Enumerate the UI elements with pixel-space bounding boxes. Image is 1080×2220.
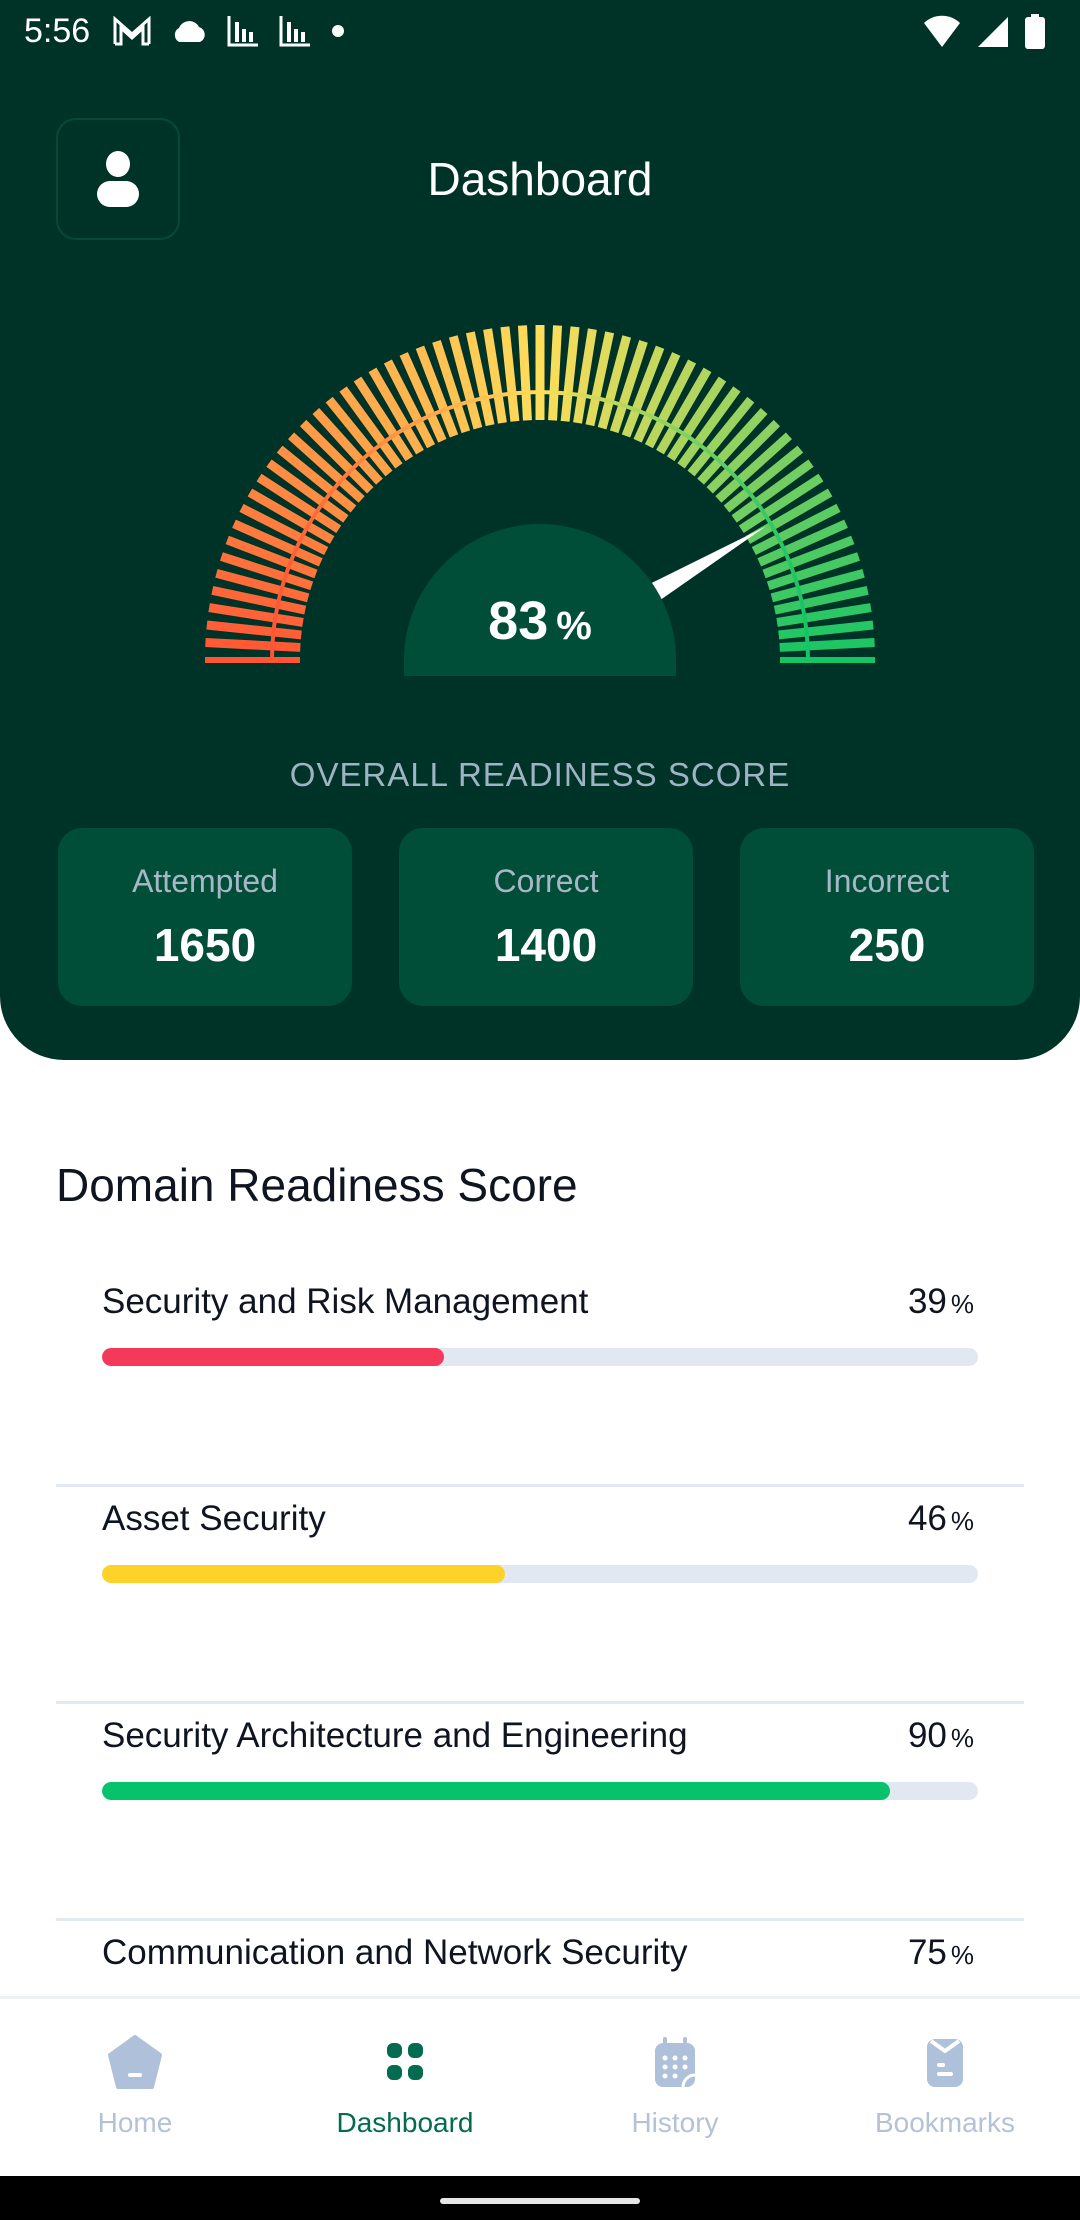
nav-item-dashboard[interactable]: Dashboard	[270, 1999, 540, 2176]
domain-item[interactable]: Security and Risk Management 39%	[56, 1270, 1024, 1487]
domain-percent-value: 39	[907, 1282, 947, 1321]
overall-readiness-label: OVERALL READINESS SCORE	[289, 756, 791, 793]
domain-progress-track	[102, 1782, 978, 1800]
domain-progress-track	[102, 1565, 978, 1583]
dashboard-icon	[387, 2043, 423, 2080]
gauge-tick	[500, 326, 520, 422]
domain-percent: 46%	[908, 1499, 974, 1539]
domain-name: Security and Risk Management	[102, 1282, 589, 1321]
stat-value: 1400	[494, 918, 598, 971]
domain-item[interactable]: Security Architecture and Engineering 90…	[56, 1704, 1024, 1921]
nav-label: Dashboard	[336, 2107, 474, 2138]
domain-percent: 39%	[908, 1282, 974, 1322]
domain-percent-value: 46	[907, 1499, 947, 1538]
domain-name: Security Architecture and Engineering	[102, 1716, 688, 1755]
stat-card-attempted: Attempted 1650	[58, 828, 352, 1006]
gauge-tick	[548, 325, 563, 421]
home-gesture-handle[interactable]	[440, 2198, 640, 2204]
domain-percent-value: 75	[907, 1933, 947, 1972]
domain-item[interactable]: Asset Security 46%	[56, 1487, 1024, 1704]
domain-percent-unit: %	[950, 1723, 974, 1753]
gauge-value-number: 83	[488, 591, 549, 651]
gauge-tick	[779, 637, 875, 652]
domain-section-title: Domain Readiness Score	[56, 1159, 578, 1211]
domain-percent-unit: %	[950, 1940, 974, 1970]
domain-progress-track	[102, 1348, 978, 1366]
domain-percent: 90%	[908, 1716, 974, 1756]
stat-value: 250	[848, 918, 926, 971]
domain-progress-fill	[102, 1782, 891, 1800]
stats-row: Attempted 1650 Correct 1400 Incorrect 25…	[58, 828, 1034, 1006]
home-icon	[108, 2035, 162, 2089]
domain-percent: 75%	[908, 1933, 974, 1973]
stat-value: 1650	[153, 918, 257, 971]
domain-name: Communication and Network Security	[102, 1933, 688, 1972]
gauge-tick	[560, 326, 580, 422]
nav-label: Bookmarks	[874, 2107, 1016, 2138]
domain-name: Asset Security	[102, 1499, 326, 1538]
stat-label: Attempted	[132, 862, 278, 899]
calendar-icon	[655, 2037, 696, 2088]
stat-card-incorrect: Incorrect 250	[740, 828, 1034, 1006]
system-gesture-bar	[0, 2176, 1080, 2220]
stat-label: Incorrect	[824, 862, 950, 899]
nav-item-home[interactable]: Home	[0, 1999, 270, 2176]
nav-label: History	[631, 2107, 719, 2138]
nav-label: Home	[97, 2107, 173, 2138]
stat-card-correct: Correct 1400	[399, 828, 693, 1006]
gauge-tick	[206, 620, 302, 640]
nav-item-history[interactable]: History	[540, 1999, 810, 2176]
gauge-value: 83%	[440, 590, 640, 652]
gauge-value-unit: %	[556, 604, 592, 648]
domain-percent-unit: %	[950, 1289, 974, 1319]
gauge-tick	[778, 620, 874, 640]
stat-label: Correct	[493, 862, 599, 899]
gauge-tick	[205, 637, 301, 652]
gauge-tick	[517, 325, 532, 421]
domain-progress-fill	[102, 1565, 505, 1583]
domain-percent-unit: %	[950, 1506, 974, 1536]
nav-item-bookmarks[interactable]: Bookmarks	[810, 1999, 1080, 2176]
domain-progress-fill	[102, 1348, 444, 1366]
domain-percent-value: 90	[907, 1716, 947, 1755]
gauge-needle	[645, 526, 766, 604]
bottom-nav: Home Dashboard History Bookmarks	[0, 1996, 1080, 2176]
dashboard-hero: 5:56 Dashboard 83% OVERALL READINESS SCO…	[0, 0, 1080, 1060]
bookmark-icon	[927, 2039, 963, 2087]
